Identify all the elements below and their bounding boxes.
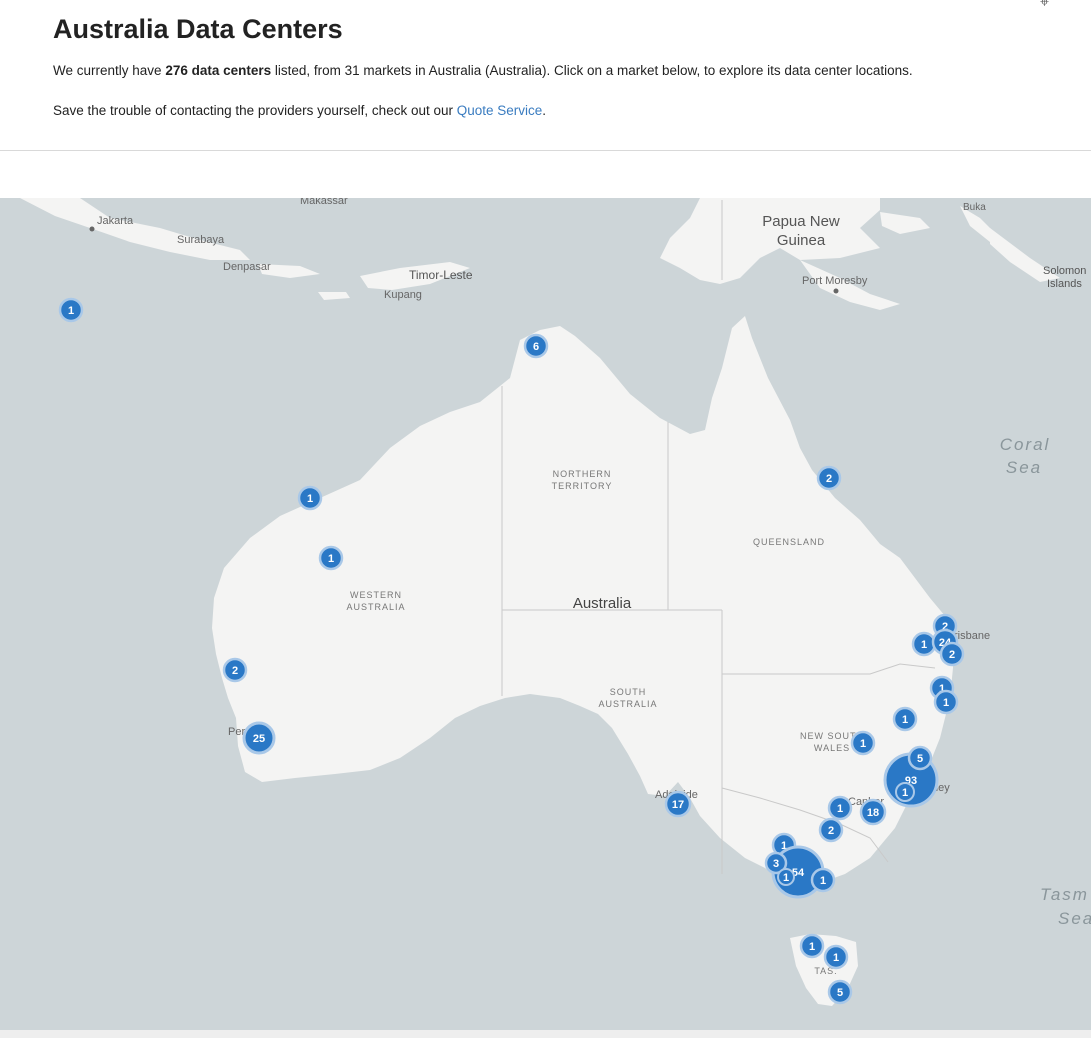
label-coral-sea: Sea — [1006, 458, 1042, 477]
map-canvas[interactable]: Papua New Guinea Coral Sea Tasm Sea Aust… — [0, 198, 1091, 1030]
new-guinea-landmass — [660, 198, 880, 284]
cluster-count: 2 — [232, 665, 238, 677]
cluster-marker[interactable]: 1 — [850, 730, 876, 756]
java-island — [20, 198, 250, 260]
cluster-count: 2 — [828, 825, 834, 837]
label-timor: Timor-Leste — [409, 268, 473, 282]
cluster-marker[interactable]: 1 — [810, 867, 836, 893]
label-guinea: Guinea — [777, 232, 826, 249]
quote-text: Save the trouble of contacting the provi… — [53, 103, 546, 118]
cluster-count: 2 — [949, 649, 955, 661]
cluster-marker[interactable]: 17 — [664, 790, 692, 818]
jakarta-dot — [89, 226, 95, 232]
intro-text: We currently have 276 data centers liste… — [53, 63, 913, 78]
cluster-count: 1 — [820, 875, 826, 887]
label-kupang: Kupang — [384, 289, 422, 301]
label-sa-2: AUSTRALIA — [598, 699, 657, 709]
label-nt-1: NORTHERN — [553, 469, 612, 479]
cluster-count: 1 — [902, 787, 908, 799]
cluster-count: 5 — [917, 753, 923, 765]
label-nt-2: TERRITORY — [552, 481, 613, 491]
cluster-marker[interactable]: 2 — [816, 465, 842, 491]
cluster-marker[interactable]: 2 — [222, 657, 248, 683]
label-tasman-sea: Sea — [1058, 909, 1091, 928]
page-title: Australia Data Centers — [53, 14, 343, 44]
page-header: Australia Data Centers We currently have… — [0, 0, 1091, 151]
cluster-marker[interactable]: 1 — [297, 485, 323, 511]
cluster-count: 1 — [783, 872, 789, 884]
cluster-marker[interactable]: 1 — [799, 933, 825, 959]
cluster-marker[interactable]: 1 — [58, 297, 84, 323]
label-makassar: Makassar — [300, 198, 348, 207]
cluster-count: 1 — [902, 714, 908, 726]
label-jakarta: Jakarta — [97, 215, 134, 227]
label-solomon-2: Islands — [1047, 278, 1082, 290]
cluster-marker[interactable]: 5 — [907, 745, 933, 771]
cluster-marker[interactable]: 1 — [895, 782, 915, 802]
cluster-count: 1 — [860, 738, 866, 750]
cluster-marker[interactable]: 1 — [911, 631, 937, 657]
label-papua: Papua New — [762, 213, 840, 230]
cluster-marker[interactable]: 25 — [242, 721, 276, 755]
quote-prefix: Save the trouble of contacting the provi… — [53, 103, 457, 118]
data-center-count: 276 data centers — [165, 63, 272, 78]
cluster-count: 1 — [809, 941, 815, 953]
map-footer-strip — [0, 1030, 1091, 1038]
cluster-marker[interactable]: 1 — [823, 944, 849, 970]
label-surabaya: Surabaya — [177, 234, 225, 246]
cluster-count: 1 — [921, 639, 927, 651]
cluster-count: 6 — [533, 341, 539, 353]
cluster-count: 1 — [328, 553, 334, 565]
label-qld: QUEENSLAND — [753, 537, 825, 547]
cluster-marker[interactable]: 6 — [523, 333, 549, 359]
label-coral: Coral — [1000, 435, 1051, 454]
cursor-icon: ⌖ — [1040, 0, 1050, 11]
sumba-island — [318, 292, 350, 300]
cluster-count: 17 — [672, 799, 684, 811]
label-wa-1: WESTERN — [350, 590, 402, 600]
cluster-count: 5 — [837, 987, 843, 999]
cluster-count: 18 — [867, 807, 879, 819]
cluster-count: 1 — [307, 493, 313, 505]
cluster-marker[interactable]: 2 — [818, 817, 844, 843]
cluster-count: 1 — [837, 803, 843, 815]
cluster-marker[interactable]: 1 — [318, 545, 344, 571]
label-wa-2: AUSTRALIA — [346, 602, 405, 612]
cluster-count: 1 — [68, 305, 74, 317]
label-tasman: Tasm — [1040, 885, 1089, 904]
intro-suffix: listed, from 31 markets in Australia (Au… — [271, 63, 913, 78]
label-brisbane: risbane — [954, 630, 990, 642]
quote-service-link[interactable]: Quote Service — [457, 103, 543, 118]
label-buka: Buka — [963, 202, 986, 213]
label-sa-1: SOUTH — [610, 687, 647, 697]
label-australia: Australia — [573, 595, 632, 612]
cluster-marker[interactable]: 2 — [939, 641, 965, 667]
land-layer — [20, 198, 1060, 1006]
cluster-marker[interactable]: 5 — [827, 979, 853, 1005]
quote-suffix: . — [542, 103, 547, 118]
cluster-marker[interactable]: 18 — [859, 798, 887, 826]
cluster-marker[interactable]: 1 — [777, 868, 795, 886]
cluster-count: 25 — [253, 733, 265, 745]
label-denpasar: Denpasar — [223, 261, 271, 273]
label-solomon-1: Solomon — [1043, 265, 1086, 277]
map-view[interactable]: Papua New Guinea Coral Sea Tasm Sea Aust… — [0, 198, 1091, 1030]
cluster-marker[interactable]: 1 — [933, 689, 959, 715]
label-port-moresby: Port Moresby — [802, 275, 868, 287]
cluster-marker[interactable]: 1 — [892, 706, 918, 732]
cluster-count: 2 — [826, 473, 832, 485]
cluster-count: 3 — [773, 858, 779, 870]
cluster-count: 1 — [833, 952, 839, 964]
port-moresby-dot — [833, 288, 839, 294]
intro-prefix: We currently have — [53, 63, 166, 78]
label-nsw-2: WALES — [814, 743, 850, 753]
new-britain-island — [880, 212, 930, 234]
cluster-count: 1 — [943, 697, 949, 709]
cluster-marker[interactable]: 1 — [827, 795, 853, 821]
